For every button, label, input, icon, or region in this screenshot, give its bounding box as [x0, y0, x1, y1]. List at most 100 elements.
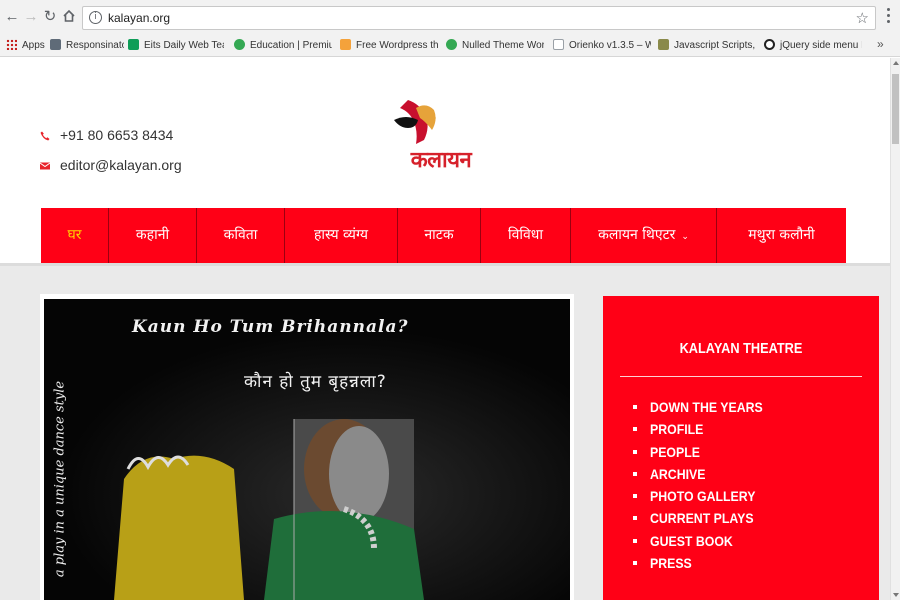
nav-label: कहानी: [135, 227, 170, 243]
page-scrollbar[interactable]: [890, 58, 900, 600]
link-label: GUEST BOOK: [650, 532, 733, 549]
sidebar-widget-theatre: KALAYAN THEATRE DOWN THE YEARS PROFILE P…: [603, 296, 879, 600]
sidebar-link-press[interactable]: PRESS: [633, 554, 778, 576]
site-logo[interactable]: कलायन: [386, 94, 496, 174]
bullet-icon: [633, 561, 637, 566]
home-icon[interactable]: [61, 9, 77, 25]
phone-icon: [40, 131, 50, 141]
poster-title-english: Kaun Ho Tum Brihannala?: [132, 317, 409, 337]
bullet-icon: [633, 405, 637, 409]
nav-label: कलायन थिएटर: [598, 227, 676, 243]
browser-menu-icon[interactable]: [884, 8, 892, 26]
sidebar-link-down-the-years[interactable]: DOWN THE YEARS: [633, 398, 778, 420]
url-text[interactable]: kalayan.org: [108, 11, 170, 25]
bookmark-wordpress[interactable]: Free Wordpress them: [340, 38, 438, 54]
header-email[interactable]: editor@kalayan.org: [40, 157, 182, 173]
envelope-icon: [40, 162, 50, 170]
sidebar-link-current-plays[interactable]: CURRENT PLAYS: [633, 509, 778, 531]
bookmark-label: Eits Daily Web Team: [144, 40, 224, 51]
link-label: PHOTO GALLERY: [650, 488, 756, 505]
nav-item-stories[interactable]: कहानी: [109, 208, 197, 263]
chevron-down-icon: ⌄: [681, 232, 689, 242]
scroll-down-icon[interactable]: [893, 593, 899, 597]
link-label: CURRENT PLAYS: [650, 510, 754, 527]
nav-label: नाटक: [424, 227, 454, 243]
widget-title: KALAYAN THEATRE: [679, 340, 803, 357]
apps-grid-icon: [6, 39, 17, 50]
download-icon: [446, 39, 457, 50]
bullet-icon: [633, 516, 637, 521]
bookmark-nulled[interactable]: Nulled Theme Wordp: [446, 38, 544, 54]
sheets-icon: [128, 39, 139, 50]
logo-text: कलायन: [410, 148, 472, 173]
forward-icon[interactable]: →: [23, 9, 39, 25]
bookmark-javascript[interactable]: Javascript Scripts, Fre: [658, 38, 756, 54]
nav-item-poetry[interactable]: कविता: [197, 208, 285, 263]
bullet-icon: [633, 471, 637, 476]
link-label: PEOPLE: [650, 443, 700, 460]
address-bar[interactable]: i kalayan.org ☆: [82, 6, 876, 30]
poster-tagline-text: a play in a unique dance style: [52, 380, 68, 578]
nav-item-theatre[interactable]: कलायन थिएटर ⌄: [571, 208, 717, 263]
bookmark-label: Education | Premium: [250, 40, 332, 51]
scrollbar-thumb[interactable]: [892, 74, 899, 144]
back-icon[interactable]: ←: [4, 9, 20, 25]
nav-item-satire[interactable]: हास्य व्यंग्य: [285, 208, 398, 263]
bookmark-orienko[interactable]: Orienko v1.3.5 – Woo: [553, 38, 651, 54]
poster-artwork: [44, 299, 570, 600]
poster-tagline: a play in a unique dance style: [48, 369, 72, 589]
bookmark-label: Apps: [22, 40, 45, 51]
bookmark-label: Free Wordpress them: [356, 40, 438, 51]
bookmark-label: Responsinator: [66, 40, 124, 51]
nav-label: घर: [67, 227, 82, 243]
reload-icon[interactable]: ↻: [42, 9, 58, 25]
sidebar-link-photo-gallery[interactable]: PHOTO GALLERY: [633, 487, 778, 509]
jquery-icon: [764, 39, 775, 50]
header-phone[interactable]: +91 80 6653 8434: [40, 127, 173, 143]
widget-divider: [620, 376, 862, 377]
bullet-icon: [633, 449, 637, 454]
nav-label: कविता: [223, 227, 258, 243]
web-page: +91 80 6653 8434 editor@kalayan.org कलाय…: [0, 58, 890, 600]
hero-poster[interactable]: Kaun Ho Tum Brihannala? कौन हो तुम बृहन्…: [44, 299, 570, 600]
bookmark-responsinator[interactable]: Responsinator: [50, 38, 124, 54]
scroll-up-icon[interactable]: [893, 61, 899, 65]
email-text: editor@kalayan.org: [60, 157, 182, 173]
info-icon[interactable]: i: [89, 11, 102, 24]
nav-label: विविधा: [507, 227, 544, 243]
bookmark-eits[interactable]: Eits Daily Web Team: [128, 38, 224, 54]
nav-item-drama[interactable]: नाटक: [398, 208, 481, 263]
bullet-icon: [633, 427, 637, 432]
bookmark-education[interactable]: Education | Premium: [234, 38, 332, 54]
sidebar-link-profile[interactable]: PROFILE: [633, 420, 778, 442]
responsinator-icon: [50, 39, 61, 50]
bookmark-star-icon[interactable]: ☆: [856, 9, 869, 27]
nav-label: हास्य व्यंग्य: [313, 227, 369, 243]
bookmark-apps[interactable]: Apps: [6, 38, 46, 54]
link-label: DOWN THE YEARS: [650, 399, 763, 415]
link-label: PROFILE: [650, 421, 704, 438]
bullet-icon: [633, 494, 637, 499]
bookmark-label: Orienko v1.3.5 – Woo: [569, 40, 651, 51]
nav-item-home[interactable]: घर: [41, 208, 109, 263]
theme-icon: [340, 39, 351, 50]
bullet-icon: [633, 538, 637, 543]
link-label: ARCHIVE: [650, 465, 706, 482]
bookmark-label: Nulled Theme Wordp: [462, 40, 544, 51]
poster-title-hindi: कौन हो तुम बृहन्नला?: [244, 372, 387, 392]
sidebar-link-guest-book[interactable]: GUEST BOOK: [633, 532, 778, 554]
bookmark-label: jQuery side menu Plu: [780, 40, 862, 51]
nav-item-mathura-kalauni[interactable]: मथुरा कलौनी: [717, 208, 846, 263]
nav-item-misc[interactable]: विविधा: [481, 208, 571, 263]
bookmarks-overflow-icon[interactable]: »: [877, 37, 884, 51]
phone-text: +91 80 6653 8434: [60, 127, 174, 143]
script-icon: [658, 39, 669, 50]
logo-mask-icon: [394, 100, 436, 144]
link-label: PRESS: [650, 555, 692, 572]
bookmark-label: Javascript Scripts, Fre: [674, 40, 756, 51]
download-icon: [234, 39, 245, 50]
bookmarks-bar: Apps Responsinator Eits Daily Web Team E…: [0, 35, 900, 57]
sidebar-link-people[interactable]: PEOPLE: [633, 443, 778, 465]
sidebar-link-archive[interactable]: ARCHIVE: [633, 465, 778, 487]
bookmark-jquery[interactable]: jQuery side menu Plu: [764, 38, 862, 54]
